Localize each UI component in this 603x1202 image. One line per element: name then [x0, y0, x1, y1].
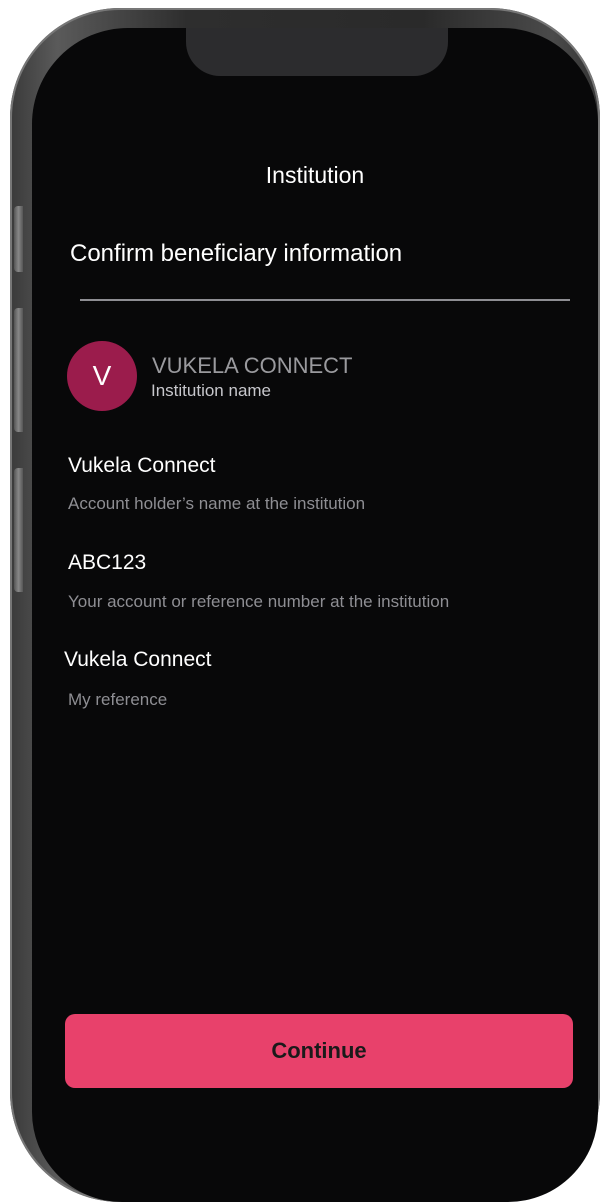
app-screen: Institution Confirm beneficiary informat… — [32, 28, 598, 1202]
confirm-heading: Confirm beneficiary information — [70, 240, 403, 267]
account-holder-name-label: Account holder’s name at the institution — [68, 494, 366, 513]
account-number-label: Your account or reference number at the … — [68, 592, 450, 611]
side-button — [14, 206, 23, 272]
account-holder-name-value: Vukela Connect — [68, 454, 216, 477]
volume-down-button — [14, 468, 23, 592]
my-reference-label: My reference — [68, 690, 168, 709]
volume-up-button — [14, 308, 23, 432]
phone-frame: Institution Confirm beneficiary informat… — [10, 8, 600, 1202]
account-number-value: ABC123 — [68, 551, 147, 574]
my-reference-value: Vukela Connect — [64, 648, 212, 671]
divider — [80, 299, 570, 301]
phone-notch — [186, 28, 448, 76]
continue-button[interactable]: Continue — [65, 1014, 573, 1088]
institution-name-label: Institution name — [151, 381, 272, 400]
institution-name: VUKELA CONNECT — [152, 353, 353, 378]
page-title: Institution — [265, 162, 365, 188]
institution-avatar: V — [67, 341, 137, 411]
